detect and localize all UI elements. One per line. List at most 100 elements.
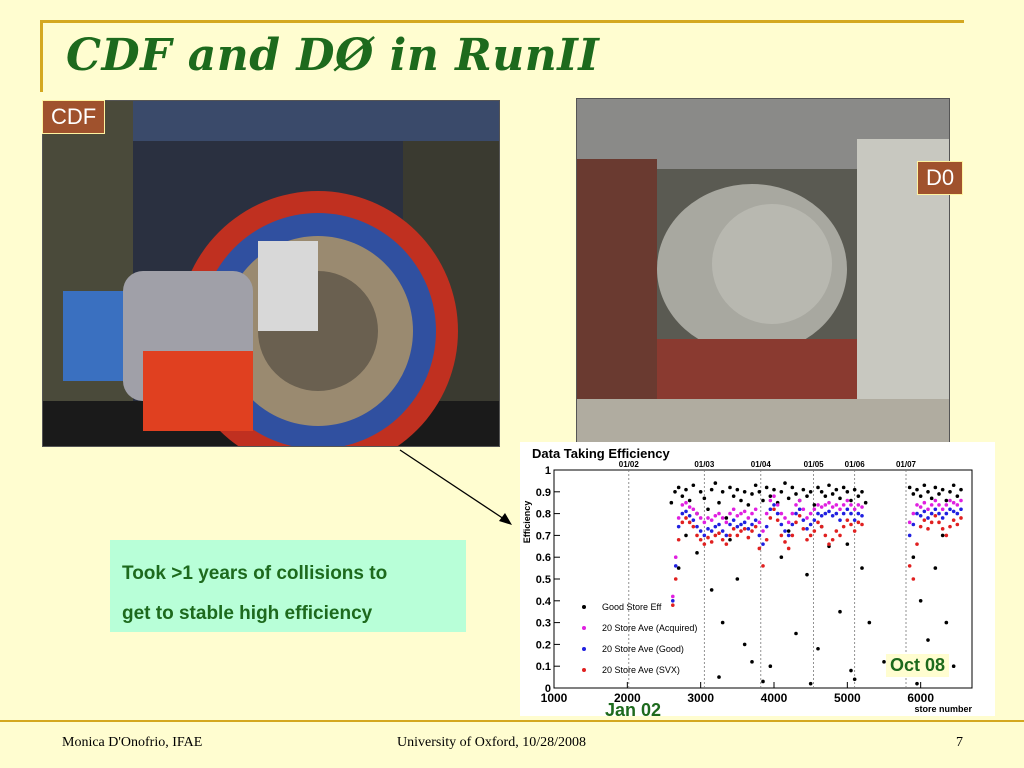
data-point (849, 511, 853, 516)
data-point (937, 511, 941, 516)
data-point (852, 507, 857, 512)
data-point (915, 487, 919, 492)
data-point (687, 498, 692, 503)
data-point (816, 511, 820, 516)
data-point (812, 518, 817, 522)
data-point (797, 513, 802, 518)
legend-marker (582, 605, 586, 609)
data-point (940, 527, 945, 531)
data-point (691, 524, 696, 529)
data-point (779, 555, 784, 559)
data-point (735, 513, 740, 518)
data-point (772, 494, 776, 498)
data-point (772, 487, 776, 492)
data-point (841, 485, 846, 490)
data-point (812, 503, 817, 507)
data-point (764, 485, 769, 490)
chart-title: Data Taking Efficiency (532, 446, 671, 461)
data-point (830, 513, 835, 518)
data-point (808, 522, 813, 527)
data-point (790, 511, 795, 516)
data-point (830, 505, 835, 509)
data-point (676, 524, 681, 529)
data-point (794, 503, 798, 507)
data-point (940, 507, 945, 512)
x-tick-label: 1000 (541, 691, 568, 705)
data-point (753, 483, 758, 488)
data-point (951, 664, 956, 668)
data-point (790, 485, 795, 490)
note-line-1: Took >1 years of collisions to (122, 563, 388, 584)
data-point (852, 529, 857, 533)
y-axis-label: Efficiency (522, 501, 532, 544)
data-point (929, 496, 934, 501)
y-tick-label: 0.1 (536, 661, 551, 673)
data-point (764, 537, 769, 542)
data-point (680, 503, 685, 507)
legend-marker (582, 626, 586, 630)
data-point (790, 533, 795, 538)
data-point (794, 492, 798, 496)
data-point (915, 681, 919, 686)
data-point (720, 537, 725, 542)
footer-page-number: 7 (956, 735, 963, 750)
data-point (761, 542, 765, 546)
data-point (933, 513, 938, 518)
data-point (709, 588, 714, 592)
data-point (724, 533, 729, 538)
data-point (805, 572, 809, 577)
data-point (768, 507, 773, 512)
data-point (739, 529, 743, 533)
data-point (959, 507, 963, 512)
data-point (819, 513, 824, 518)
data-point (812, 529, 817, 533)
data-point (695, 533, 699, 538)
data-point (940, 487, 945, 492)
year-marker-label: 01/02 (619, 460, 640, 469)
data-point (816, 485, 820, 490)
data-point (933, 566, 938, 570)
data-point (698, 529, 703, 533)
data-point (706, 516, 710, 520)
data-point (907, 520, 912, 525)
y-tick-label: 0.7 (536, 530, 551, 542)
data-point (728, 522, 732, 527)
data-point (728, 537, 732, 542)
data-point (750, 522, 754, 527)
data-point (772, 507, 776, 512)
data-point (926, 507, 930, 512)
data-point (911, 511, 916, 516)
data-point (761, 498, 765, 503)
data-point (680, 494, 685, 498)
data-point (768, 498, 773, 503)
top-rule (40, 20, 964, 23)
data-point (812, 507, 817, 512)
y-tick-label: 0.6 (536, 552, 551, 564)
data-point (955, 511, 960, 516)
data-point (926, 516, 930, 520)
data-point (907, 564, 912, 568)
data-point (849, 498, 853, 503)
data-point (823, 503, 828, 507)
cdf-detector-photo (42, 100, 500, 447)
data-point (816, 520, 820, 525)
data-point (827, 509, 831, 514)
data-point (819, 524, 824, 529)
data-point (786, 529, 791, 533)
efficiency-note-box: Took >1 years of collisions to get to st… (110, 540, 466, 632)
data-point (684, 516, 688, 520)
data-point (948, 498, 952, 503)
data-point (695, 551, 699, 555)
data-point (915, 511, 919, 516)
data-point (717, 500, 721, 505)
data-point (918, 494, 923, 498)
data-point (948, 507, 952, 512)
data-point (786, 496, 791, 501)
data-point (735, 577, 740, 581)
data-point (775, 511, 780, 516)
data-point (768, 494, 773, 498)
data-point (841, 511, 846, 516)
data-point (753, 518, 758, 522)
data-point (724, 542, 729, 546)
data-point (742, 520, 747, 525)
